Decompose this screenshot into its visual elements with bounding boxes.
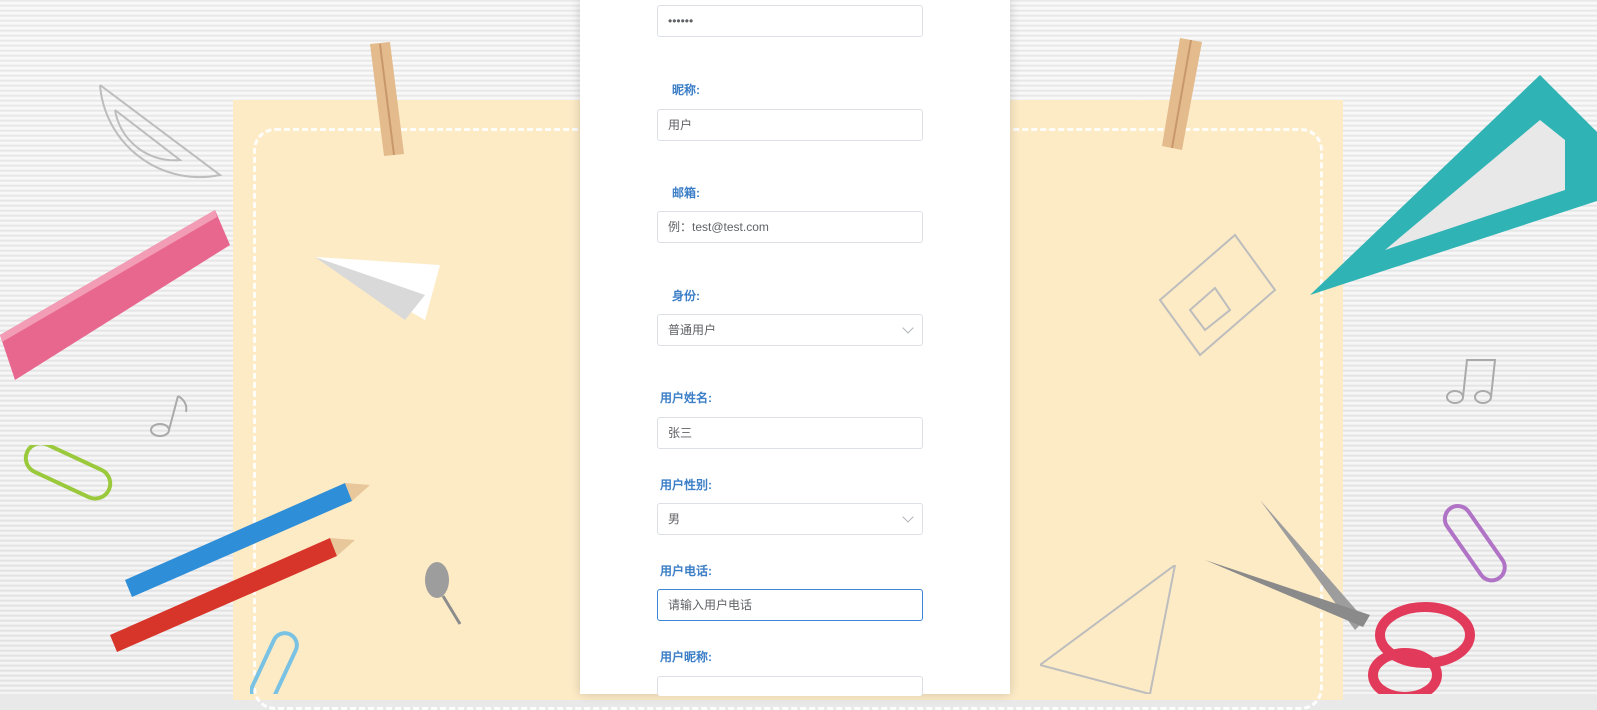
- chevron-down-icon: [902, 511, 914, 523]
- phone-input[interactable]: 请输入用户电话: [657, 589, 923, 621]
- paperclip-icon: [23, 445, 113, 501]
- clothespin-icon: [370, 42, 404, 156]
- register-form-card: •••••• 昵称: 用户 邮箱: 例：test@test.com 身份: 普通…: [580, 0, 1010, 696]
- paperclip-icon: [250, 631, 299, 694]
- protractor-icon: [99, 84, 223, 179]
- phone-label: 用户电话:: [660, 564, 712, 578]
- music-note-icon: [1446, 359, 1497, 404]
- real-name-input[interactable]: 张三: [657, 417, 923, 449]
- nickname-label: 昵称:: [672, 83, 700, 97]
- password-input[interactable]: ••••••: [657, 5, 923, 37]
- music-note-icon: [150, 395, 188, 437]
- email-input[interactable]: 例：test@test.com: [657, 211, 923, 243]
- next-field-input[interactable]: [657, 676, 923, 696]
- gender-select[interactable]: 男: [657, 503, 923, 535]
- identity-select[interactable]: 普通用户: [657, 314, 923, 346]
- scissors-icon: [1205, 500, 1475, 694]
- set-square-icon: [1040, 565, 1177, 694]
- pencil-icon: [110, 538, 355, 652]
- clothespin-icon: [1162, 38, 1202, 150]
- identity-label: 身份:: [672, 289, 700, 303]
- nickname-input[interactable]: 用户: [657, 109, 923, 141]
- eraser-icon: [1158, 233, 1277, 357]
- gender-label: 用户性别:: [660, 478, 712, 492]
- ruler-icon: [0, 210, 230, 380]
- chevron-down-icon: [902, 322, 914, 334]
- next-field-label: 用户昵称:: [660, 650, 712, 664]
- set-square-icon: [1310, 75, 1597, 295]
- pushpin-icon: [425, 562, 462, 625]
- gender-select-value: 男: [668, 512, 681, 526]
- email-label: 邮箱:: [672, 186, 700, 200]
- real-name-label: 用户姓名:: [660, 391, 712, 405]
- paper-plane-icon: [315, 257, 440, 320]
- identity-select-value: 普通用户: [668, 323, 717, 337]
